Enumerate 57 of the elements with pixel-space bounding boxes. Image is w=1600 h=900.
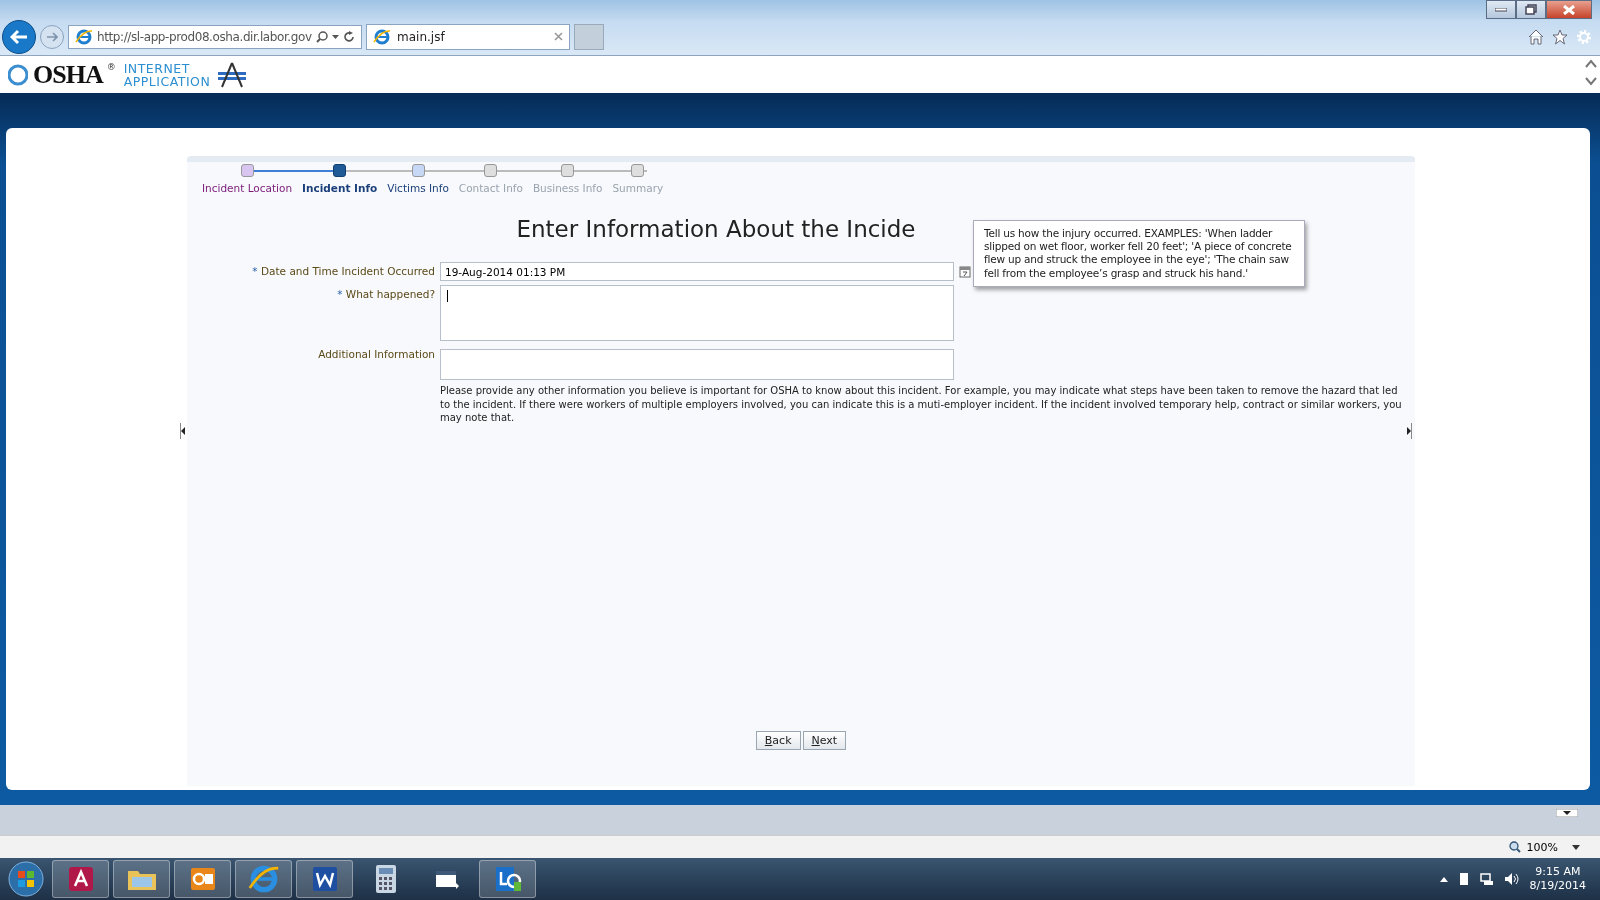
star-icon[interactable]	[1552, 28, 1568, 45]
logo-subtitle: APPLICATION	[123, 74, 211, 88]
nav-button[interactable]: Back	[755, 731, 801, 750]
page-title: Enter Information About the Incide	[516, 216, 916, 242]
step-link[interactable]: Incident Info	[302, 182, 378, 194]
collapse-right-icon[interactable]	[1407, 423, 1412, 439]
minimize-icon	[1495, 7, 1507, 12]
collapse-left-icon[interactable]	[180, 423, 185, 439]
refresh-icon	[343, 30, 355, 43]
taskbar-button[interactable]	[52, 860, 109, 898]
scroll-arrows-icon[interactable]	[1584, 58, 1598, 88]
close-icon	[1563, 4, 1575, 15]
clock-date: 8/19/2014	[1529, 879, 1586, 893]
browser-icon	[247, 863, 280, 895]
field-label: * Date and Time Incident Occurred	[251, 264, 435, 277]
taskbar-button[interactable]	[174, 860, 231, 898]
zoom-level[interactable]: 100%	[1526, 840, 1558, 854]
logo-text: OSHA	[33, 59, 103, 90]
volume-icon[interactable]	[1503, 872, 1520, 886]
date-field[interactable]: 19-Aug-2014 01:13 PM	[440, 262, 954, 281]
minimize-button[interactable]	[1486, 0, 1516, 19]
calculator-icon	[373, 864, 398, 894]
tooltip: Tell us how the injury occurred. EXAMPLES: 'When ladder slipped on wet floor, worker fell 20 feet'; 'A piece of concrete flew up and struck the employee in the eye'; 'The chain saw fell from the employee’s grasp and struck his hand.'	[973, 220, 1305, 287]
forward-arrow-icon	[46, 31, 58, 42]
taskbar-button[interactable]	[479, 860, 536, 898]
step-link[interactable]: Incident Location	[202, 182, 293, 194]
back-button[interactable]	[2, 19, 36, 54]
caret-icon	[332, 34, 339, 39]
browser-tab[interactable]: main.jsf	[366, 23, 570, 50]
network-icon[interactable]	[1479, 872, 1494, 886]
browser-icon	[373, 27, 391, 46]
taskbar-button[interactable]	[296, 860, 353, 898]
nav-button[interactable]: Next	[802, 731, 847, 750]
expand-icon[interactable]	[1556, 809, 1578, 817]
home-icon[interactable]	[1528, 28, 1544, 45]
close-icon[interactable]	[554, 32, 563, 41]
zoom-icon	[1508, 841, 1521, 853]
maximize-button[interactable]	[1516, 0, 1546, 19]
field-label: Additional Information	[317, 347, 435, 360]
step-link[interactable]: Victims Info	[387, 182, 449, 194]
registered-mark: ®	[106, 62, 116, 72]
restore-icon	[1525, 4, 1537, 15]
search-icon	[316, 30, 328, 43]
calendar-icon[interactable]	[959, 265, 971, 278]
tab-title: main.jsf	[397, 29, 446, 44]
clock[interactable]: 9:15 AM 8/19/2014	[1529, 865, 1586, 893]
browser-icon	[75, 27, 93, 46]
help-text: Please provide any other information you believe is important for OSHA to know about this incident. For example, you may indicate what steps have been taken to remove the hazard that led to the incident. If there were workers of multiple employers involved, you can indicate this is a muti-employer incident. If the incident involved temporary help, contract or similar workers, you may note that.	[440, 384, 1403, 425]
close-button[interactable]	[1546, 0, 1592, 19]
logo-subtitle: INTERNET	[123, 61, 191, 75]
field-label: * What happened?	[336, 287, 435, 300]
windows-logo-icon	[8, 861, 44, 897]
clock-time: 9:15 AM	[1535, 865, 1581, 879]
caret-up-icon[interactable]	[1439, 876, 1448, 882]
device-icon[interactable]	[1457, 872, 1470, 886]
back-arrow-icon	[10, 28, 28, 45]
caret-icon[interactable]	[1572, 844, 1580, 850]
